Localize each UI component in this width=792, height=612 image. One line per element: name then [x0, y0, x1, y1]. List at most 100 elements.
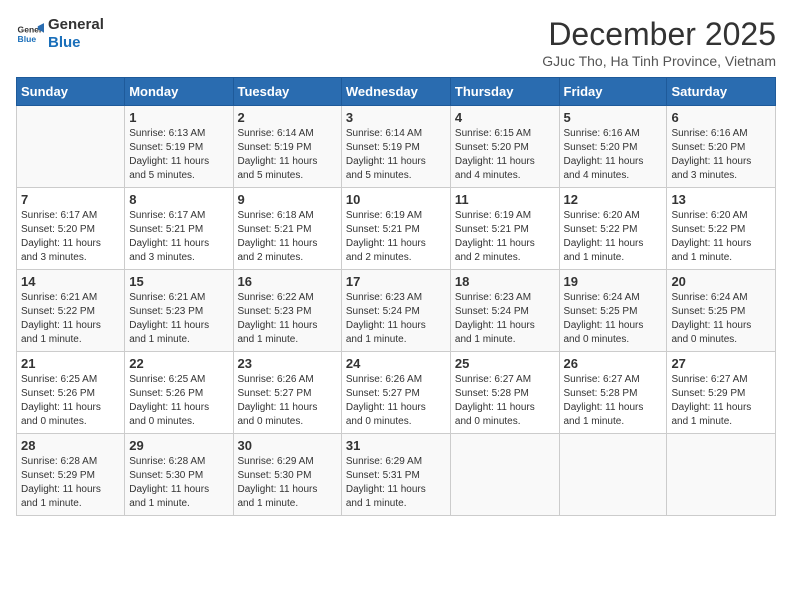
day-number: 31 [346, 438, 446, 453]
day-info: Sunrise: 6:28 AMSunset: 5:30 PMDaylight:… [129, 455, 228, 511]
day-cell: 30 Sunrise: 6:29 AMSunset: 5:30 PMDayligh… [233, 434, 341, 516]
day-number: 13 [671, 192, 771, 207]
day-info: Sunrise: 6:15 AMSunset: 5:20 PMDaylight:… [455, 127, 555, 183]
day-cell: 22 Sunrise: 6:25 AMSunset: 5:26 PMDayligh… [125, 352, 233, 434]
day-info: Sunrise: 6:24 AMSunset: 5:25 PMDaylight:… [671, 291, 771, 347]
day-info: Sunrise: 6:23 AMSunset: 5:24 PMDaylight:… [455, 291, 555, 347]
week-row-5: 28 Sunrise: 6:28 AMSunset: 5:29 PMDayligh… [17, 434, 776, 516]
day-cell: 18 Sunrise: 6:23 AMSunset: 5:24 PMDayligh… [450, 270, 559, 352]
calendar-subtitle: GJuc Tho, Ha Tinh Province, Vietnam [542, 53, 776, 69]
logo: General Blue General Blue [16, 16, 104, 52]
day-number: 22 [129, 356, 228, 371]
day-number: 24 [346, 356, 446, 371]
day-info: Sunrise: 6:27 AMSunset: 5:29 PMDaylight:… [671, 373, 771, 429]
day-info: Sunrise: 6:25 AMSunset: 5:26 PMDaylight:… [129, 373, 228, 429]
week-row-2: 7Sunrise: 6:17 AMSunset: 5:20 PMDaylight… [17, 188, 776, 270]
day-info: Sunrise: 6:29 AMSunset: 5:30 PMDaylight:… [238, 455, 337, 511]
day-number: 7 [21, 192, 120, 207]
day-number: 27 [671, 356, 771, 371]
day-info: Sunrise: 6:19 AMSunset: 5:21 PMDaylight:… [455, 209, 555, 265]
col-thursday: Thursday [450, 78, 559, 106]
day-number: 25 [455, 356, 555, 371]
day-cell [559, 434, 667, 516]
day-cell: 23Sunrise: 6:26 AMSunset: 5:27 PMDayligh… [233, 352, 341, 434]
day-number: 9 [238, 192, 337, 207]
day-cell: 21 Sunrise: 6:25 AMSunset: 5:26 PMDayligh… [17, 352, 125, 434]
day-cell: 20Sunrise: 6:24 AMSunset: 5:25 PMDayligh… [667, 270, 776, 352]
week-row-3: 14 Sunrise: 6:21 AMSunset: 5:22 PMDayligh… [17, 270, 776, 352]
day-info: Sunrise: 6:17 AMSunset: 5:21 PMDaylight:… [129, 209, 228, 265]
day-cell: 2 Sunrise: 6:14 AMSunset: 5:19 PMDaylight… [233, 106, 341, 188]
day-info: Sunrise: 6:28 AMSunset: 5:29 PMDaylight:… [21, 455, 120, 511]
day-info: Sunrise: 6:27 AMSunset: 5:28 PMDaylight:… [455, 373, 555, 429]
week-row-1: 1Sunrise: 6:13 AMSunset: 5:19 PMDaylight… [17, 106, 776, 188]
day-cell [450, 434, 559, 516]
day-cell: 3 Sunrise: 6:14 AMSunset: 5:19 PMDaylight… [341, 106, 450, 188]
day-cell: 16 Sunrise: 6:22 AMSunset: 5:23 PMDayligh… [233, 270, 341, 352]
day-info: Sunrise: 6:25 AMSunset: 5:26 PMDaylight:… [21, 373, 120, 429]
col-wednesday: Wednesday [341, 78, 450, 106]
day-info: Sunrise: 6:16 AMSunset: 5:20 PMDaylight:… [671, 127, 771, 183]
day-number: 15 [129, 274, 228, 289]
day-info: Sunrise: 6:20 AMSunset: 5:22 PMDaylight:… [564, 209, 663, 265]
day-number: 1 [129, 110, 228, 125]
day-info: Sunrise: 6:22 AMSunset: 5:23 PMDaylight:… [238, 291, 337, 347]
day-info: Sunrise: 6:16 AMSunset: 5:20 PMDaylight:… [564, 127, 663, 183]
day-cell [17, 106, 125, 188]
calendar-table: Sunday Monday Tuesday Wednesday Thursday… [16, 77, 776, 516]
day-info: Sunrise: 6:27 AMSunset: 5:28 PMDaylight:… [564, 373, 663, 429]
logo-text-blue: Blue [48, 34, 104, 52]
day-cell: 14 Sunrise: 6:21 AMSunset: 5:22 PMDayligh… [17, 270, 125, 352]
day-info: Sunrise: 6:23 AMSunset: 5:24 PMDaylight:… [346, 291, 446, 347]
day-number: 3 [346, 110, 446, 125]
day-number: 21 [21, 356, 120, 371]
calendar-body: 1Sunrise: 6:13 AMSunset: 5:19 PMDaylight… [17, 106, 776, 516]
day-cell: 27 Sunrise: 6:27 AMSunset: 5:29 PMDayligh… [667, 352, 776, 434]
day-cell: 6Sunrise: 6:16 AMSunset: 5:20 PMDaylight… [667, 106, 776, 188]
day-cell [667, 434, 776, 516]
calendar-header: Sunday Monday Tuesday Wednesday Thursday… [17, 78, 776, 106]
day-cell: 4 Sunrise: 6:15 AMSunset: 5:20 PMDaylight… [450, 106, 559, 188]
col-tuesday: Tuesday [233, 78, 341, 106]
day-cell: 28 Sunrise: 6:28 AMSunset: 5:29 PMDayligh… [17, 434, 125, 516]
day-number: 29 [129, 438, 228, 453]
day-cell: 19Sunrise: 6:24 AMSunset: 5:25 PMDayligh… [559, 270, 667, 352]
day-cell: 24 Sunrise: 6:26 AMSunset: 5:27 PMDayligh… [341, 352, 450, 434]
col-monday: Monday [125, 78, 233, 106]
day-cell: 15Sunrise: 6:21 AMSunset: 5:23 PMDayligh… [125, 270, 233, 352]
day-number: 4 [455, 110, 555, 125]
day-info: Sunrise: 6:21 AMSunset: 5:22 PMDaylight:… [21, 291, 120, 347]
day-info: Sunrise: 6:20 AMSunset: 5:22 PMDaylight:… [671, 209, 771, 265]
day-number: 16 [238, 274, 337, 289]
day-cell: 1Sunrise: 6:13 AMSunset: 5:19 PMDaylight… [125, 106, 233, 188]
day-cell: 11Sunrise: 6:19 AMSunset: 5:21 PMDayligh… [450, 188, 559, 270]
day-number: 8 [129, 192, 228, 207]
day-info: Sunrise: 6:24 AMSunset: 5:25 PMDaylight:… [564, 291, 663, 347]
logo-text-general: General [48, 16, 104, 34]
day-cell: 12Sunrise: 6:20 AMSunset: 5:22 PMDayligh… [559, 188, 667, 270]
day-cell: 8 Sunrise: 6:17 AMSunset: 5:21 PMDaylight… [125, 188, 233, 270]
day-cell: 13 Sunrise: 6:20 AMSunset: 5:22 PMDayligh… [667, 188, 776, 270]
day-number: 2 [238, 110, 337, 125]
day-number: 30 [238, 438, 337, 453]
day-info: Sunrise: 6:14 AMSunset: 5:19 PMDaylight:… [346, 127, 446, 183]
page-header: General Blue General Blue December 2025 … [16, 16, 776, 69]
day-cell: 5Sunrise: 6:16 AMSunset: 5:20 PMDaylight… [559, 106, 667, 188]
day-info: Sunrise: 6:26 AMSunset: 5:27 PMDaylight:… [238, 373, 337, 429]
day-cell: 9 Sunrise: 6:18 AMSunset: 5:21 PMDaylight… [233, 188, 341, 270]
day-number: 18 [455, 274, 555, 289]
header-row: Sunday Monday Tuesday Wednesday Thursday… [17, 78, 776, 106]
day-info: Sunrise: 6:14 AMSunset: 5:19 PMDaylight:… [238, 127, 337, 183]
day-cell: 26Sunrise: 6:27 AMSunset: 5:28 PMDayligh… [559, 352, 667, 434]
day-info: Sunrise: 6:19 AMSunset: 5:21 PMDaylight:… [346, 209, 446, 265]
day-cell: 25 Sunrise: 6:27 AMSunset: 5:28 PMDayligh… [450, 352, 559, 434]
week-row-4: 21 Sunrise: 6:25 AMSunset: 5:26 PMDayligh… [17, 352, 776, 434]
day-info: Sunrise: 6:26 AMSunset: 5:27 PMDaylight:… [346, 373, 446, 429]
day-number: 28 [21, 438, 120, 453]
day-cell: 17Sunrise: 6:23 AMSunset: 5:24 PMDayligh… [341, 270, 450, 352]
title-block: December 2025 GJuc Tho, Ha Tinh Province… [542, 16, 776, 69]
day-number: 14 [21, 274, 120, 289]
day-cell: 29 Sunrise: 6:28 AMSunset: 5:30 PMDayligh… [125, 434, 233, 516]
svg-text:Blue: Blue [18, 34, 37, 44]
day-info: Sunrise: 6:18 AMSunset: 5:21 PMDaylight:… [238, 209, 337, 265]
